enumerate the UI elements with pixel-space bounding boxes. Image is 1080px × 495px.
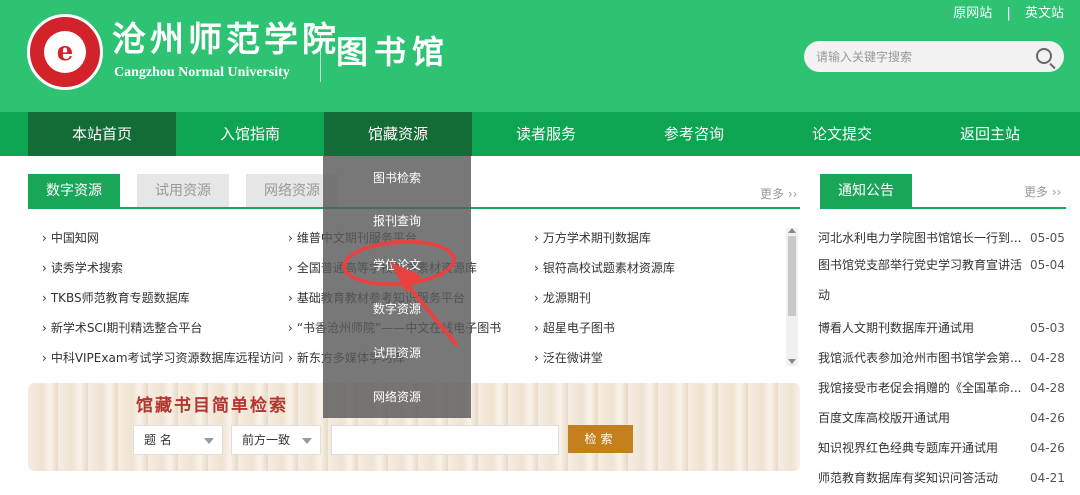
- scroll-up-icon[interactable]: [788, 228, 796, 233]
- original-site-link[interactable]: 原网站: [953, 6, 992, 21]
- english-site-link[interactable]: 英文站: [1025, 6, 1064, 21]
- scroll-down-icon[interactable]: [788, 359, 796, 364]
- chevron-down-icon: [204, 438, 214, 444]
- resource-tabs: 数字资源 试用资源 网络资源: [28, 174, 355, 208]
- title-divider: [320, 32, 321, 82]
- nav-collections[interactable]: 馆藏资源: [324, 112, 472, 156]
- main-nav: 本站首页 入馆指南 馆藏资源 读者服务 参考咨询 论文提交 返回主站: [0, 112, 1080, 156]
- notice-date: 05-03: [1030, 321, 1065, 335]
- resource-link[interactable]: 银符高校试题素材资源库: [534, 258, 774, 278]
- resource-link[interactable]: 中国知网: [42, 228, 272, 248]
- school-name-cn: 沧州师范学院: [112, 20, 340, 60]
- resource-link[interactable]: 超星电子图书: [534, 318, 774, 338]
- match-mode-value: 前方一致: [242, 433, 291, 447]
- scrollbar-thumb[interactable]: [788, 236, 796, 316]
- notice-date: 04-28: [1030, 381, 1065, 395]
- notice-title[interactable]: 知识视界红色经典专题库开通试用: [818, 438, 1028, 458]
- notice-title[interactable]: 图书馆党支部举行党史学习教育宣讲活动: [818, 250, 1033, 310]
- resource-scrollbar[interactable]: [786, 228, 798, 366]
- top-links: 原网站 | 英文站: [953, 6, 1064, 22]
- nav-main-site[interactable]: 返回主站: [916, 112, 1064, 156]
- school-name-en: Cangzhou Normal University: [114, 65, 290, 80]
- tab-digital-resources[interactable]: 数字资源: [28, 174, 120, 208]
- nav-reader-services[interactable]: 读者服务: [472, 112, 620, 156]
- nav-thesis-submit[interactable]: 论文提交: [768, 112, 916, 156]
- library-title: 图书馆: [336, 33, 451, 71]
- link-separator: |: [1006, 6, 1011, 21]
- notice-date: 05-05: [1030, 231, 1065, 245]
- notice-date: 05-04: [1030, 258, 1065, 272]
- notice-date: 04-26: [1030, 411, 1065, 425]
- resource-link[interactable]: 龙源期刊: [534, 288, 774, 308]
- resource-link[interactable]: 万方学术期刊数据库: [534, 228, 774, 248]
- site-header: e 沧州师范学院 Cangzhou Normal University 图书馆 …: [0, 0, 1080, 112]
- notices-underline: [820, 207, 1066, 209]
- resource-link[interactable]: TKBS师范教育专题数据库: [42, 288, 272, 308]
- search-icon[interactable]: [1036, 48, 1052, 64]
- university-logo[interactable]: e: [27, 14, 103, 90]
- notice-title[interactable]: 我馆接受市老促会捐赠的《全国革命...: [818, 378, 1028, 398]
- resources-more-link[interactable]: 更多 ››: [760, 185, 797, 202]
- notices-title: 通知公告: [820, 174, 912, 208]
- resource-link[interactable]: 泛在微讲堂: [534, 348, 774, 368]
- notice-title[interactable]: 师范教育数据库有奖知识问答活动: [818, 468, 1028, 488]
- resource-link[interactable]: 读秀学术搜索: [42, 258, 272, 278]
- notice-date: 04-21: [1030, 471, 1065, 485]
- catalog-query-input[interactable]: [331, 425, 559, 455]
- notice-date: 04-26: [1030, 441, 1065, 455]
- nav-reference[interactable]: 参考咨询: [620, 112, 768, 156]
- notice-title[interactable]: 河北水利电力学院图书馆馆长一行到...: [818, 228, 1028, 248]
- notice-title[interactable]: 博看人文期刊数据库开通试用: [818, 318, 1028, 338]
- notice-title[interactable]: 百度文库高校版开通试用: [818, 408, 1028, 428]
- search-field-select[interactable]: 题 名: [133, 425, 223, 455]
- search-field-value: 题 名: [144, 433, 172, 447]
- search-input[interactable]: [816, 46, 1026, 67]
- catalog-search-button[interactable]: 检索: [568, 425, 633, 453]
- menu-item-web-resources[interactable]: 网络资源: [323, 389, 471, 405]
- resource-link[interactable]: 中科VIPExam考试学习资源数据库远程访问: [42, 348, 286, 368]
- match-mode-select[interactable]: 前方一致: [231, 425, 321, 455]
- menu-item-periodicals[interactable]: 报刊查询: [323, 213, 471, 229]
- notices-more-link[interactable]: 更多 ››: [1024, 183, 1061, 200]
- resource-link[interactable]: 新学术SCI期刊精选整合平台: [42, 318, 272, 338]
- tab-trial-resources[interactable]: 试用资源: [137, 174, 229, 208]
- chevron-down-icon: [302, 438, 312, 444]
- menu-item-book-search[interactable]: 图书检索: [323, 170, 471, 186]
- nav-guide[interactable]: 入馆指南: [176, 112, 324, 156]
- annotation-arrow-icon: [390, 262, 458, 346]
- notice-title[interactable]: 我馆派代表参加沧州市图书馆学会第...: [818, 348, 1028, 368]
- notice-date: 04-28: [1030, 351, 1065, 365]
- catalog-search-title: 馆藏书目简单检索: [136, 396, 288, 416]
- logo-emblem-icon: e: [44, 31, 86, 73]
- nav-home[interactable]: 本站首页: [28, 112, 176, 156]
- site-search: [804, 41, 1064, 72]
